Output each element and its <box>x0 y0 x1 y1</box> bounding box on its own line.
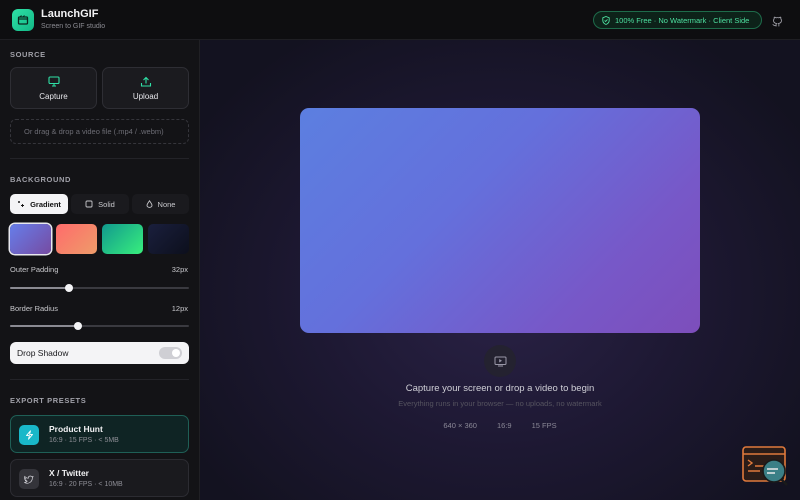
output-fps: 15 FPS <box>531 421 557 430</box>
sparkle-icon <box>18 201 25 207</box>
mode-none-button[interactable]: None <box>132 194 189 214</box>
radius-slider-fill <box>10 325 79 327</box>
feedback-widget-icon[interactable] <box>742 446 790 486</box>
shield-icon <box>602 15 610 25</box>
brand: LaunchGIF Screen to GIF studio <box>41 8 105 31</box>
preset-meta: 16:9 · 20 FPS · < 10MB <box>49 481 123 488</box>
app-name: LaunchGIF <box>41 8 99 20</box>
radius-label: Border Radius <box>10 304 58 313</box>
video-placeholder-icon <box>484 345 516 377</box>
upload-icon <box>140 76 151 87</box>
mode-gradient-button[interactable]: Gradient <box>10 194 68 214</box>
preset-meta: 16:9 · 15 FPS · < 5MB <box>49 437 119 444</box>
dropzone-hint: Or drag & drop a video file (.mp4 / .web… <box>24 127 164 136</box>
toggle-knob <box>172 349 180 357</box>
radius-slider-thumb[interactable] <box>74 322 83 330</box>
drop-shadow-toggle[interactable] <box>159 347 182 359</box>
radius-slider[interactable] <box>10 322 189 330</box>
drop-shadow-row[interactable]: Drop Shadow <box>10 342 189 364</box>
empty-state-subtitle: Everything runs in your browser — no upl… <box>398 399 602 408</box>
preview-area: Capture your screen or drop a video to b… <box>200 40 800 500</box>
output-size: 640 × 360 <box>443 421 477 430</box>
swatch-coral[interactable] <box>56 224 97 254</box>
sidebar: SOURCE Capture Upload Or drag & drop a v… <box>0 40 200 500</box>
preset-name: X / Twitter <box>49 468 89 478</box>
capture-label: Capture <box>39 91 68 101</box>
mode-gradient-label: Gradient <box>30 199 61 209</box>
video-dropzone[interactable]: Or drag & drop a video file (.mp4 / .web… <box>10 119 189 144</box>
padding-label: Outer Padding <box>10 265 59 274</box>
output-meta: 640 × 360 16:9 15 FPS <box>200 421 800 430</box>
droplet-icon <box>146 200 152 208</box>
radius-value: 12px <box>171 304 188 313</box>
divider <box>10 379 189 380</box>
upload-label: Upload <box>132 91 159 101</box>
empty-state-title: Capture your screen or drop a video to b… <box>405 383 595 394</box>
padding-slider[interactable] <box>10 284 189 292</box>
preset-x-twitter[interactable]: X / Twitter 16:9 · 20 FPS · < 10MB <box>10 459 189 497</box>
padding-slider-thumb[interactable] <box>65 284 74 292</box>
preview-canvas[interactable] <box>300 108 700 333</box>
twitter-icon <box>19 469 39 489</box>
badge-text: 100% Free · No Watermark · Client Side <box>615 15 750 25</box>
divider <box>10 158 189 159</box>
mode-solid-button[interactable]: Solid <box>71 194 129 214</box>
preset-product-hunt[interactable]: Product Hunt 16:9 · 15 FPS · < 5MB <box>10 415 189 453</box>
monitor-icon <box>47 75 60 87</box>
source-title: SOURCE <box>10 50 46 59</box>
bolt-icon <box>19 425 39 445</box>
github-icon[interactable] <box>772 14 783 32</box>
output-ratio: 16:9 <box>496 421 512 430</box>
swatch-teal[interactable] <box>102 224 143 254</box>
square-icon <box>85 200 93 208</box>
padding-value: 32px <box>171 265 188 274</box>
upload-button[interactable]: Upload <box>102 67 189 109</box>
logo-icon <box>12 8 34 31</box>
mode-solid-label: Solid <box>98 199 115 209</box>
mode-none-label: None <box>157 199 176 209</box>
app-header: LaunchGIF Screen to GIF studio 100% Free… <box>0 0 800 40</box>
preset-name: Product Hunt <box>49 424 103 434</box>
export-title: EXPORT PRESETS <box>10 396 87 405</box>
drop-shadow-label: Drop Shadow <box>17 348 69 358</box>
capture-button[interactable]: Capture <box>10 67 97 109</box>
app-tagline: Screen to GIF studio <box>41 23 106 30</box>
swatch-midnight[interactable] <box>148 224 189 254</box>
padding-slider-fill <box>10 287 70 289</box>
free-badge: 100% Free · No Watermark · Client Side <box>593 11 762 29</box>
background-title: BACKGROUND <box>10 175 71 184</box>
swatch-indigo-violet[interactable] <box>10 224 51 254</box>
